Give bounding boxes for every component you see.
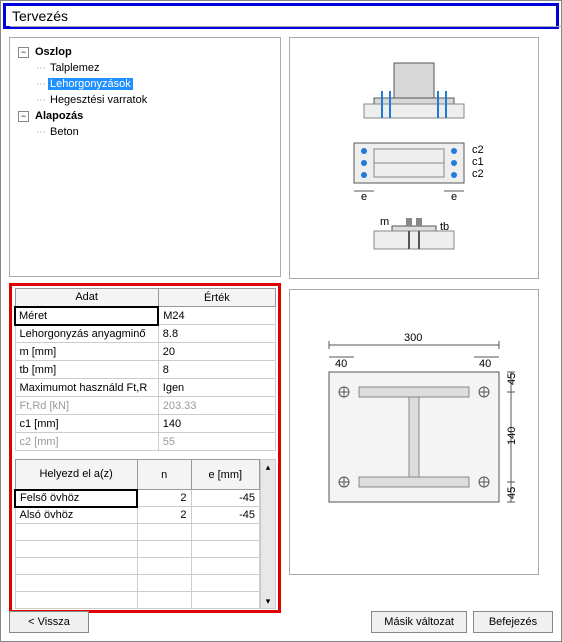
- tree-node-beton[interactable]: ⋯ Beton: [14, 124, 276, 140]
- footer-buttons: < Vissza Másik változat Befejezés: [9, 611, 553, 633]
- table-row[interactable]: [15, 592, 260, 609]
- position-n[interactable]: 2: [137, 507, 191, 524]
- property-value[interactable]: 140: [158, 415, 275, 433]
- property-value[interactable]: Igen: [158, 379, 275, 397]
- property-value[interactable]: 8: [158, 361, 275, 379]
- title-divider: [10, 26, 562, 27]
- table-row[interactable]: [15, 541, 260, 558]
- navigation-tree: − Oszlop ⋯ Talplemez ⋯ Lehorgonyzások ⋯ …: [9, 37, 281, 277]
- col-header-adat: Adat: [15, 289, 158, 307]
- position-n[interactable]: [137, 575, 191, 592]
- position-n[interactable]: [137, 558, 191, 575]
- property-label: tb [mm]: [15, 361, 158, 379]
- position-table: Helyezd el a(z) n e [mm] Felső övhöz2-45…: [14, 459, 260, 609]
- position-e[interactable]: [191, 575, 259, 592]
- finish-button[interactable]: Befejezés: [473, 611, 553, 633]
- property-label: Méret: [15, 307, 158, 325]
- scroll-down-icon[interactable]: ▾: [261, 594, 275, 608]
- tree-node-talplemez[interactable]: ⋯ Talplemez: [14, 60, 276, 76]
- position-e[interactable]: [191, 541, 259, 558]
- position-n[interactable]: [137, 524, 191, 541]
- table-row[interactable]: m [mm]20: [15, 343, 276, 361]
- tree-node-hegesztesi[interactable]: ⋯ Hegesztési varratok: [14, 92, 276, 108]
- col-header-n: n: [137, 460, 191, 490]
- table-row[interactable]: c1 [mm]140: [15, 415, 276, 433]
- diagram-anchor-schematic: c2 c1 c2 e e m: [289, 37, 539, 279]
- scroll-up-icon[interactable]: ▴: [261, 460, 275, 474]
- col-header-pos: Helyezd el a(z): [15, 460, 137, 490]
- tree-node-oszlop[interactable]: − Oszlop: [14, 44, 276, 60]
- table-row[interactable]: [15, 575, 260, 592]
- table-row[interactable]: Ft,Rd [kN]203.33: [15, 397, 276, 415]
- position-label: [15, 541, 137, 558]
- svg-text:tb: tb: [440, 221, 449, 233]
- svg-text:m: m: [380, 216, 389, 228]
- svg-text:40: 40: [335, 358, 347, 370]
- svg-text:e: e: [361, 191, 367, 203]
- table-row[interactable]: c2 [mm]55: [15, 433, 276, 451]
- position-e[interactable]: [191, 558, 259, 575]
- tree-node-lehorgonyzasok[interactable]: ⋯ Lehorgonyzások: [14, 76, 276, 92]
- diagram-baseplate-plan: 300 40 40: [289, 289, 539, 575]
- position-e[interactable]: -45: [191, 490, 259, 507]
- table-row[interactable]: Lehorgonyzás anyagminő8.8: [15, 325, 276, 343]
- property-value[interactable]: M24: [158, 307, 275, 325]
- table-row[interactable]: Alsó övhöz2-45: [15, 507, 260, 524]
- svg-text:300: 300: [404, 332, 422, 344]
- property-value[interactable]: 20: [158, 343, 275, 361]
- position-n[interactable]: [137, 541, 191, 558]
- title-bar: Tervezés: [3, 3, 559, 29]
- col-header-ertek: Érték: [158, 289, 275, 307]
- position-e[interactable]: [191, 524, 259, 541]
- svg-text:c2: c2: [472, 144, 484, 156]
- position-label: [15, 524, 137, 541]
- position-n[interactable]: 2: [137, 490, 191, 507]
- svg-text:140: 140: [506, 427, 518, 445]
- properties-table: Adat Érték MéretM24Lehorgonyzás anyagmin…: [14, 288, 276, 451]
- property-value[interactable]: 55: [158, 433, 275, 451]
- collapse-icon[interactable]: −: [18, 111, 29, 122]
- svg-text:45: 45: [506, 487, 518, 499]
- position-label: Alsó övhöz: [15, 507, 137, 524]
- alternative-button[interactable]: Másik változat: [371, 611, 467, 633]
- position-label: [15, 558, 137, 575]
- property-label: Ft,Rd [kN]: [15, 397, 158, 415]
- property-label: c1 [mm]: [15, 415, 158, 433]
- property-value[interactable]: 8.8: [158, 325, 275, 343]
- tree-node-alapozas[interactable]: − Alapozás: [14, 108, 276, 124]
- svg-text:40: 40: [479, 358, 491, 370]
- table-row[interactable]: tb [mm]8: [15, 361, 276, 379]
- table-row[interactable]: Maximumot használd Ft,RIgen: [15, 379, 276, 397]
- back-button[interactable]: < Vissza: [9, 611, 89, 633]
- property-label: Maximumot használd Ft,R: [15, 379, 158, 397]
- table-row[interactable]: [15, 524, 260, 541]
- window-title: Tervezés: [12, 8, 68, 24]
- position-label: Felső övhöz: [15, 490, 137, 507]
- property-label: m [mm]: [15, 343, 158, 361]
- svg-text:c2: c2: [472, 168, 484, 180]
- property-value[interactable]: 203.33: [158, 397, 275, 415]
- svg-text:e: e: [451, 191, 457, 203]
- position-e[interactable]: [191, 592, 259, 609]
- table-row[interactable]: MéretM24: [15, 307, 276, 325]
- svg-text:c1: c1: [472, 156, 484, 168]
- property-label: Lehorgonyzás anyagminő: [15, 325, 158, 343]
- properties-group: Adat Érték MéretM24Lehorgonyzás anyagmin…: [9, 283, 281, 613]
- position-n[interactable]: [137, 592, 191, 609]
- property-label: c2 [mm]: [15, 433, 158, 451]
- collapse-icon[interactable]: −: [18, 47, 29, 58]
- svg-text:45: 45: [506, 373, 518, 385]
- position-label: [15, 592, 137, 609]
- position-e[interactable]: -45: [191, 507, 259, 524]
- table-row[interactable]: [15, 558, 260, 575]
- position-label: [15, 575, 137, 592]
- scrollbar[interactable]: ▴ ▾: [260, 459, 276, 609]
- table-row[interactable]: Felső övhöz2-45: [15, 490, 260, 507]
- col-header-e: e [mm]: [191, 460, 259, 490]
